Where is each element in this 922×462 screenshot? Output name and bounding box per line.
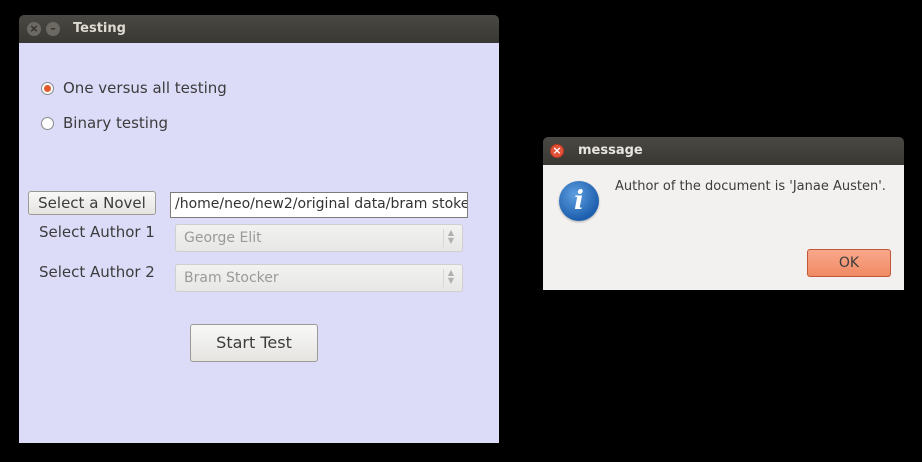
testing-titlebar: × – Testing (19, 15, 499, 43)
message-body: i Author of the document is 'Janae Auste… (543, 165, 904, 290)
radio-label: One versus all testing (63, 79, 227, 97)
ok-button[interactable]: OK (807, 249, 891, 277)
radio-unselected-icon[interactable] (41, 117, 54, 130)
message-dialog: × message i Author of the document is 'J… (543, 137, 904, 290)
info-icon: i (559, 181, 599, 221)
close-icon[interactable]: × (550, 144, 564, 158)
window-title: Testing (73, 21, 126, 36)
spinner-arrows-icon: ▲ ▼ (443, 229, 458, 247)
testing-body: One versus all testing Binary testing Se… (19, 43, 499, 443)
author2-select[interactable]: Bram Stocker ▲ ▼ (175, 264, 463, 292)
message-text: Author of the document is 'Janae Austen'… (615, 179, 886, 194)
testing-window: × – Testing One versus all testing Binar… (19, 15, 499, 443)
author1-select[interactable]: George Elit ▲ ▼ (175, 224, 463, 252)
select-novel-button[interactable]: Select a Novel (28, 191, 156, 215)
author1-value: George Elit (184, 230, 262, 246)
author1-label: Select Author 1 (39, 223, 155, 241)
spinner-arrows-icon: ▲ ▼ (443, 269, 458, 287)
author2-label: Select Author 2 (39, 263, 155, 281)
radio-selected-icon[interactable] (41, 82, 54, 95)
radio-label: Binary testing (63, 114, 168, 132)
dialog-title: message (578, 143, 643, 158)
novel-path-field[interactable]: /home/neo/new2/original data/bram stoker (170, 192, 468, 218)
message-titlebar: × message (543, 137, 904, 165)
author2-value: Bram Stocker (184, 270, 279, 286)
close-icon[interactable]: × (27, 22, 41, 36)
start-test-button[interactable]: Start Test (190, 324, 318, 362)
minimize-icon[interactable]: – (46, 22, 60, 36)
